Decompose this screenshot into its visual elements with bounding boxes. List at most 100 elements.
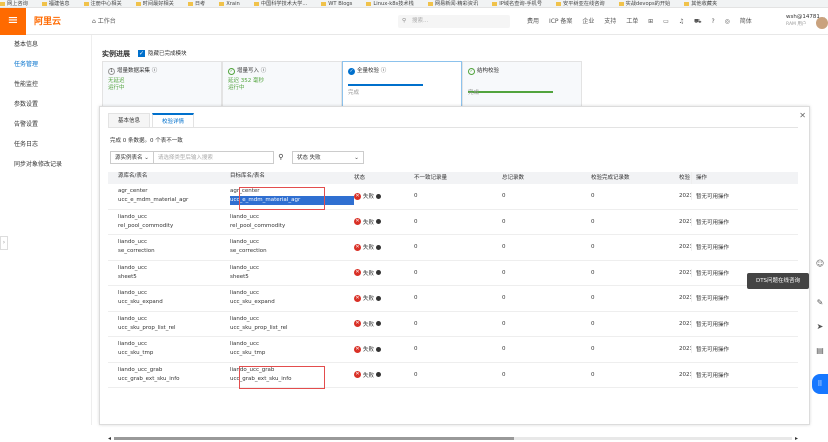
info-icon[interactable] [376, 270, 382, 276]
menu-icon[interactable]: ≡ [0, 8, 26, 35]
search-field[interactable]: 请选择类型后输入搜索 [153, 150, 274, 164]
check-time: 2023 [679, 269, 691, 276]
status-badge[interactable]: ✕ 失败 [354, 269, 414, 277]
apps-icon[interactable]: ⠿ [812, 374, 828, 394]
diff-count: 0 [414, 193, 418, 200]
sidebar-item-task[interactable]: 任务管理 [0, 55, 91, 75]
filter-bar: 源实例表名 ⌄ 请选择类型后输入搜索 ⚲ 状态 失败 ⌄ [110, 150, 364, 164]
status-badge[interactable]: ✕ 失败 [354, 320, 414, 328]
bookmark-item[interactable]: 注册中心相关 [84, 1, 122, 7]
search-icon[interactable]: ⚲ [274, 151, 288, 164]
checked-count: 0 [591, 244, 595, 251]
info-icon[interactable] [376, 346, 382, 352]
status-badge[interactable]: ✕ 失败 [354, 345, 414, 353]
sidebar-item-log[interactable]: 任务日志 [0, 135, 91, 155]
sidebar-item-perf[interactable]: 性能监控 [0, 75, 91, 95]
bookmark-item[interactable]: 实战devops的开始 [619, 1, 671, 7]
status-badge[interactable]: ✕ 失败 [354, 192, 414, 200]
info-icon[interactable] [376, 193, 382, 199]
tab-basic[interactable]: 基本信息 [108, 113, 151, 127]
sidebar-item-basic[interactable]: 基本信息 [0, 35, 91, 55]
info-icon[interactable] [376, 219, 382, 225]
bookmark-item[interactable]: 日考 [188, 1, 205, 7]
status-badge[interactable]: ✕ 失败 [354, 371, 414, 379]
robot-icon[interactable]: ☺ [812, 259, 828, 275]
info-icon[interactable] [376, 295, 382, 301]
dst-cell: liando_ucc rel_pool_commodity [230, 213, 286, 229]
check-time: 2023 [679, 295, 691, 302]
bookmark-item[interactable]: WT Blogs [321, 1, 352, 7]
src-cell: liando_ucc rel_pool_commodity [118, 213, 174, 229]
diff-count: 0 [414, 244, 418, 251]
edit-icon[interactable]: ✎ [812, 298, 828, 322]
status-badge[interactable]: ✕ 失败 [354, 243, 414, 251]
nav-fee[interactable]: 费用 [527, 18, 539, 25]
close-icon[interactable]: ✕ [799, 111, 806, 120]
fail-icon: ✕ [354, 320, 361, 328]
status-select[interactable]: 状态 失败 ⌄ [291, 150, 364, 164]
action-text: 暂无可用操作 [691, 345, 731, 354]
help-icon[interactable]: ? [712, 18, 715, 25]
field-select[interactable]: 源实例表名 ⌄ [110, 150, 154, 164]
diff-count: 0 [414, 269, 418, 276]
tab-check-detail[interactable]: 校验详情 [152, 113, 195, 127]
sidebar-item-params[interactable]: 参数设置 [0, 95, 91, 115]
top-bar: ≡ 阿里云 ⌂ 工作台 ⚲ 搜索... 费用 ICP 备案 企业 支持 工单 ⊞ … [0, 8, 828, 35]
dst-cell: liando_ucc ucc_sku_tmp [230, 341, 266, 357]
workspace-link[interactable]: ⌂ 工作台 [92, 16, 116, 25]
screen-icon[interactable]: ▭ [663, 18, 669, 25]
action-text: 暂无可用操作 [691, 268, 731, 277]
bookmark-item[interactable]: 福建信息 [42, 1, 70, 7]
bookmark-item[interactable]: 网上咨询 [0, 1, 28, 7]
bookmark-item[interactable]: 安平树亚在线咨询 [556, 1, 605, 7]
bell-icon[interactable]: ♫ [679, 18, 684, 25]
globe-icon[interactable]: ◎ [725, 18, 730, 25]
table-row: liando_ucc ucc_sku_prop_list_rel liando_uc… [108, 312, 798, 337]
collapse-sidebar-button[interactable]: › [0, 236, 8, 250]
src-cell: agr_center ucc_e_mdm_material_agr [118, 188, 189, 204]
logo[interactable]: 阿里云 [34, 14, 61, 27]
info-icon[interactable] [376, 372, 382, 378]
search-input[interactable]: ⚲ 搜索... [398, 15, 510, 28]
message-icon[interactable]: ▤ [812, 346, 828, 370]
action-text: 暂无可用操作 [691, 243, 731, 252]
bookmark-item[interactable]: Linux-k8s技术栈 [366, 1, 413, 7]
lang-switch[interactable]: 简体 [740, 18, 752, 25]
check-table: 源库名/表名 目标库名/表名 状态 不一致记录量 总记录数 校验完成记录数 校验… [108, 172, 798, 388]
check-detail-panel: ✕ 基本信息 校验详情 完成 0 条数据。0 个表不一致 源实例表名 ⌄ 请选择… [99, 106, 810, 442]
bookmark-item[interactable]: 网易新闻-精彩资讯 [428, 1, 478, 7]
status-badge[interactable]: ✕ 失败 [354, 218, 414, 226]
grid-icon[interactable]: ⊞ [648, 18, 653, 25]
info-icon[interactable] [376, 321, 382, 327]
nav-icp[interactable]: ICP 备案 [549, 18, 573, 25]
nav-ticket[interactable]: 工单 [626, 18, 638, 25]
avatar[interactable] [816, 17, 828, 29]
nav-enterprise[interactable]: 企业 [582, 18, 594, 25]
check-time: 2023 [679, 320, 691, 327]
pointer-icon[interactable]: ➤ [812, 322, 828, 346]
bookmark-item[interactable]: Xrain [219, 1, 240, 7]
sidebar-item-sync[interactable]: 同步对象修改记录 [0, 155, 91, 175]
bookmark-item[interactable]: IP域名查询-手机号 [492, 1, 542, 7]
hide-done-checkbox[interactable]: ✓ 隐藏已完成模块 [138, 49, 187, 57]
src-cell: liando_ucc se_correction [118, 239, 155, 255]
bookmark-item[interactable]: 时间最好相关 [136, 1, 174, 7]
total-count: 0 [502, 295, 506, 302]
nav-support[interactable]: 支持 [604, 18, 616, 25]
bookmark-item[interactable]: 中国科学技术大学... [254, 1, 307, 7]
check-time: 2023 [679, 371, 691, 378]
fail-icon: ✕ [354, 294, 361, 302]
bookmark-item[interactable]: 其他收藏夹 [684, 1, 717, 7]
sidebar-item-alert[interactable]: 告警设置 [0, 115, 91, 135]
fail-icon: ✕ [354, 243, 361, 251]
total-count: 0 [502, 320, 506, 327]
total-count: 0 [502, 346, 506, 353]
src-cell: liando_ucc_grab ucc_grab_ext_sku_info [118, 366, 180, 382]
info-icon[interactable] [376, 244, 382, 250]
table-row: liando_ucc sheet5 liando_ucc sheet5 ✕ 失败 0 0 0 20… [108, 261, 798, 286]
fail-icon: ✕ [354, 345, 361, 353]
horizontal-scrollbar[interactable]: ◂ ▸ [108, 435, 798, 442]
diff-count: 0 [414, 295, 418, 302]
status-badge[interactable]: ✕ 失败 [354, 294, 414, 302]
cart-icon[interactable]: ⛟ [694, 18, 702, 25]
